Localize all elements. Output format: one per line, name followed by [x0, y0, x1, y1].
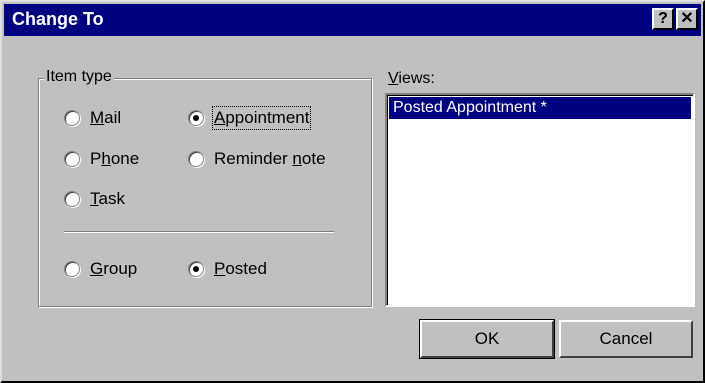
- help-button[interactable]: ?: [652, 8, 674, 30]
- radio-task[interactable]: Task: [64, 189, 125, 209]
- views-listbox[interactable]: Posted Appointment *: [385, 93, 695, 307]
- dialog-title: Change To: [12, 9, 104, 29]
- radio-task-circle[interactable]: [64, 191, 80, 207]
- close-button[interactable]: ✕: [676, 8, 698, 30]
- radio-reminder-note-circle[interactable]: [188, 151, 204, 167]
- radio-mail-label: Mail: [90, 108, 122, 127]
- radio-reminder-note-label: Reminder note: [214, 149, 326, 168]
- radio-posted-circle[interactable]: [188, 261, 204, 277]
- radio-mail-circle[interactable]: [64, 110, 80, 126]
- radio-posted-label: Posted: [214, 259, 267, 278]
- radio-group-circle[interactable]: [64, 261, 80, 277]
- group-separator: [64, 231, 334, 233]
- list-item[interactable]: Posted Appointment *: [389, 97, 691, 119]
- title-bar[interactable]: Change To ? ✕: [4, 4, 701, 36]
- cancel-button[interactable]: Cancel: [559, 320, 693, 358]
- radio-posted[interactable]: Posted: [188, 259, 267, 279]
- radio-task-label: Task: [90, 189, 125, 208]
- radio-phone[interactable]: Phone: [64, 149, 139, 169]
- change-to-dialog: Change To ? ✕ Item type Mail Appointment…: [0, 0, 705, 383]
- radio-appointment-circle[interactable]: [188, 110, 204, 126]
- radio-appointment[interactable]: Appointment: [188, 106, 312, 130]
- radio-mail[interactable]: Mail: [64, 108, 121, 128]
- radio-appointment-label: Appointment: [211, 106, 312, 130]
- radio-group-label: Group: [90, 259, 138, 278]
- radio-phone-label: Phone: [90, 149, 140, 168]
- ok-button[interactable]: OK: [420, 320, 554, 358]
- views-label: Views:: [388, 70, 435, 87]
- item-type-group-label: Item type: [44, 68, 114, 86]
- radio-phone-circle[interactable]: [64, 151, 80, 167]
- radio-group[interactable]: Group: [64, 259, 137, 279]
- radio-reminder-note[interactable]: Reminder note: [188, 149, 326, 169]
